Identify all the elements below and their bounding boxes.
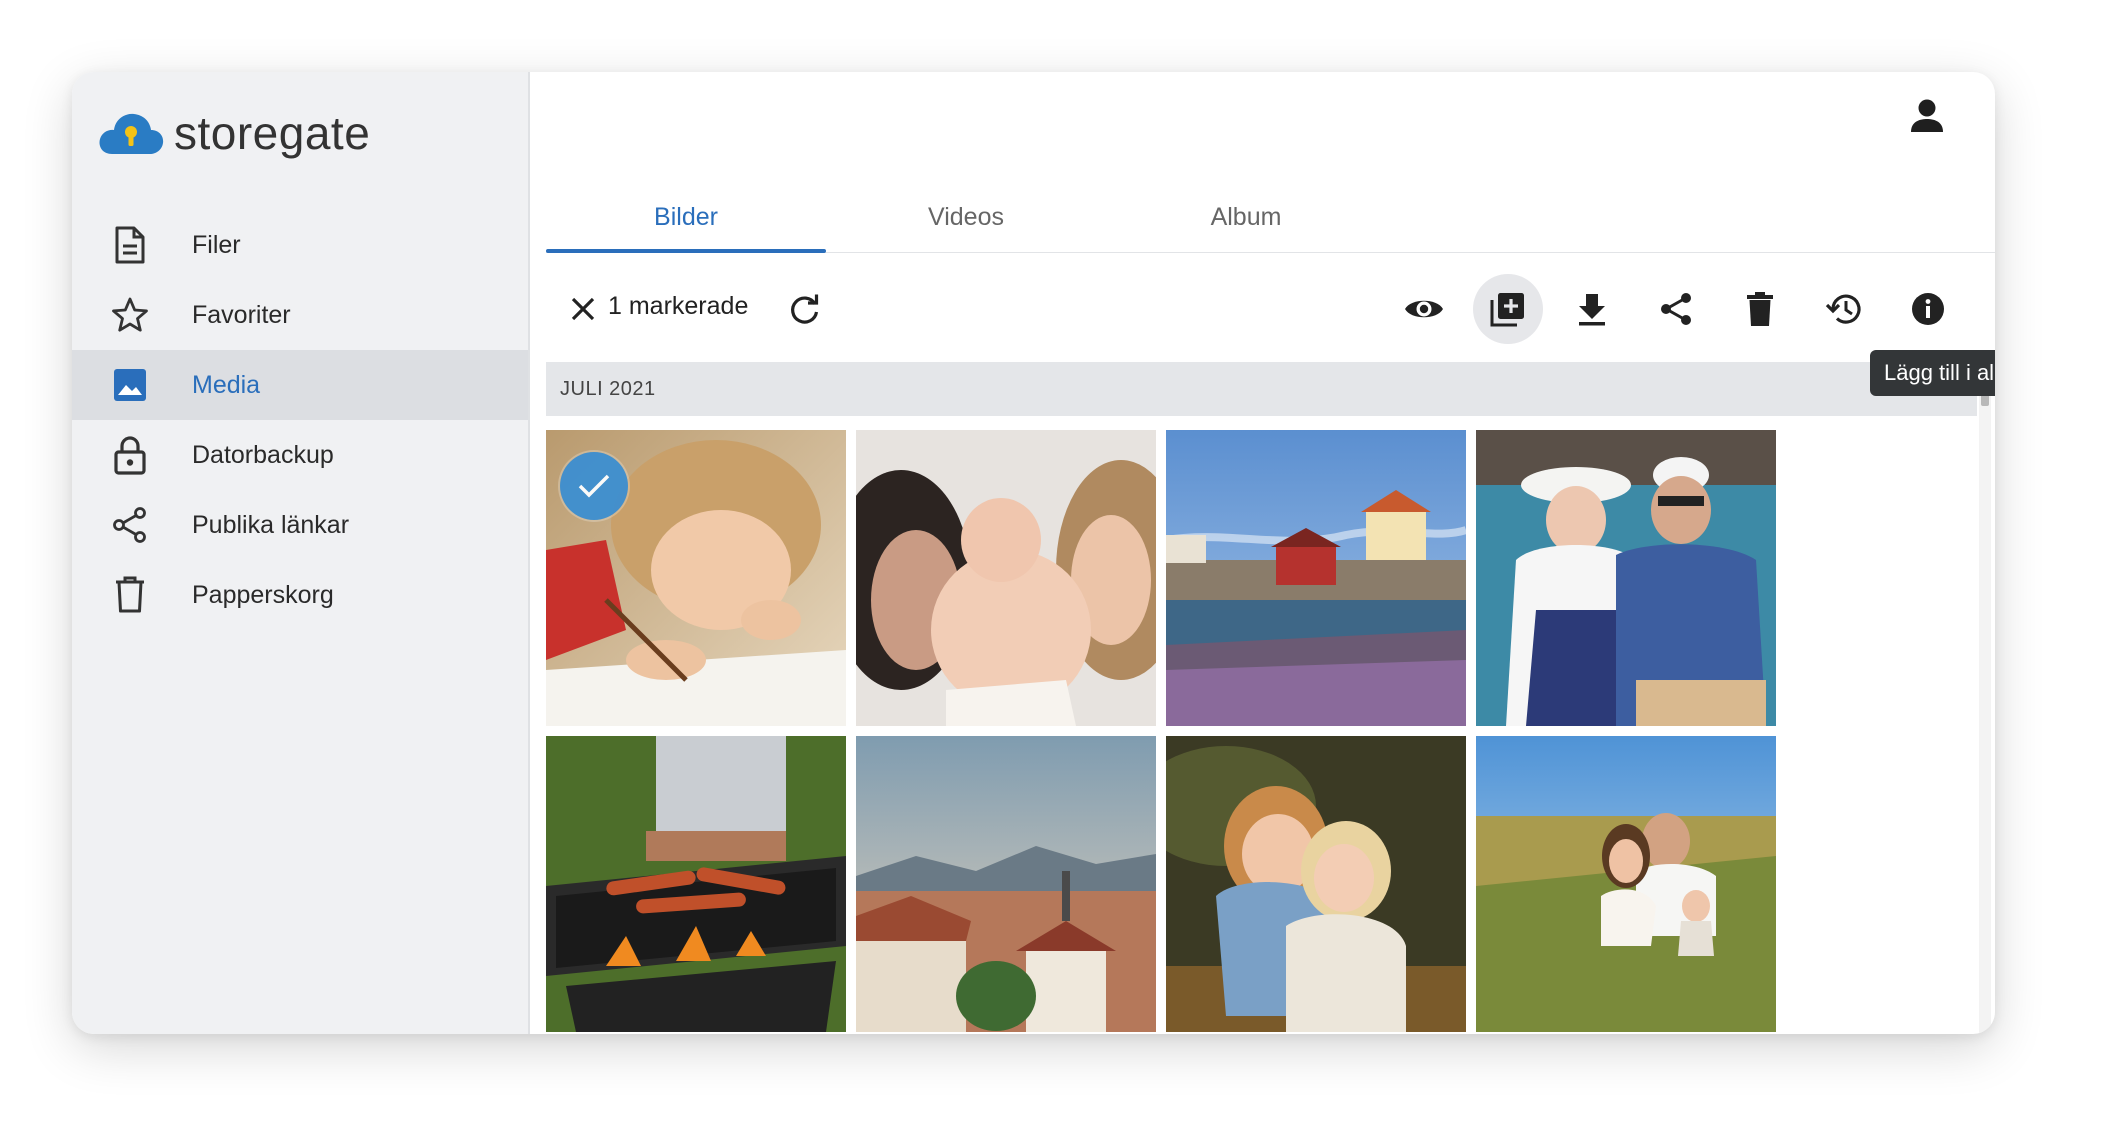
- selection-count: 1 markerade: [608, 292, 749, 320]
- media-tabs: Bilder Videos Album: [546, 182, 1995, 253]
- scrollbar[interactable]: [1979, 366, 1991, 1034]
- photo-thumbnail[interactable]: [856, 430, 1156, 726]
- tab-videos[interactable]: Videos: [826, 182, 1106, 252]
- brand-logo[interactable]: storegate: [98, 98, 370, 168]
- lock-icon: [108, 433, 152, 477]
- photo-thumbnail[interactable]: [546, 736, 846, 1032]
- preview-button[interactable]: [1389, 274, 1459, 344]
- sidebar-item-datorbackup[interactable]: Datorbackup: [72, 420, 528, 490]
- sidebar-item-label: Papperskorg: [192, 580, 334, 609]
- tab-album[interactable]: Album: [1106, 182, 1386, 252]
- photo-thumbnail[interactable]: [1476, 430, 1776, 726]
- sidebar-item-label: Media: [192, 370, 261, 399]
- account-icon[interactable]: [1905, 94, 1949, 138]
- image-icon: [108, 363, 152, 407]
- date-group-header: JULI 2021: [546, 362, 1977, 416]
- sidebar-item-label: Favoriter: [192, 300, 291, 329]
- action-buttons: [1375, 274, 1963, 344]
- sidebar-item-label: Datorbackup: [192, 440, 334, 469]
- sidebar-item-papperskorg[interactable]: Papperskorg: [72, 560, 528, 630]
- sidebar: storegate Filer Favoriter Media Datorbac…: [72, 72, 530, 1034]
- file-icon: [108, 223, 152, 267]
- photo-thumbnail[interactable]: [1166, 430, 1466, 726]
- sidebar-item-filer[interactable]: Filer: [72, 210, 528, 280]
- photo-thumbnail[interactable]: [1476, 736, 1776, 1032]
- eye-icon: [1405, 300, 1443, 318]
- version-history-button[interactable]: [1809, 274, 1879, 344]
- sidebar-item-favoriter[interactable]: Favoriter: [72, 280, 528, 350]
- delete-button[interactable]: [1725, 274, 1795, 344]
- info-icon: [1912, 293, 1944, 325]
- main-content: Bilder Videos Album 1 markerade JULI 202…: [530, 72, 1995, 1034]
- date-group-label: JULI 2021: [560, 377, 656, 400]
- info-button[interactable]: [1893, 274, 1963, 344]
- selection-toolbar: 1 markerade: [546, 262, 1995, 366]
- share-icon: [108, 503, 152, 547]
- history-icon: [1825, 294, 1861, 324]
- sidebar-item-label: Filer: [192, 230, 241, 259]
- sidebar-item-publika-lankar[interactable]: Publika länkar: [72, 490, 528, 560]
- sidebar-item-media[interactable]: Media: [72, 350, 528, 420]
- brand-name: storegate: [174, 107, 371, 159]
- photo-thumbnail[interactable]: [856, 736, 1156, 1032]
- add-to-album-tooltip: Lägg till i album...: [1870, 350, 1995, 396]
- app-window: storegate Filer Favoriter Media Datorbac…: [72, 72, 1995, 1034]
- sidebar-nav: Filer Favoriter Media Datorbackup Publik…: [72, 210, 528, 630]
- close-selection-icon[interactable]: [560, 286, 606, 332]
- trash-icon: [1747, 292, 1773, 326]
- tab-bilder[interactable]: Bilder: [546, 182, 826, 253]
- trash-icon: [108, 573, 152, 617]
- photo-thumbnail[interactable]: [546, 430, 846, 726]
- add-to-album-icon: [1490, 293, 1524, 327]
- share-icon: [1661, 293, 1691, 325]
- share-button[interactable]: [1641, 274, 1711, 344]
- add-to-album-button[interactable]: [1473, 274, 1543, 344]
- download-icon: [1579, 294, 1605, 326]
- photo-thumbnail[interactable]: [1166, 736, 1466, 1032]
- selected-check-icon[interactable]: [560, 452, 628, 520]
- star-icon: [108, 293, 152, 337]
- download-button[interactable]: [1557, 274, 1627, 344]
- sidebar-item-label: Publika länkar: [192, 510, 350, 539]
- refresh-icon[interactable]: [782, 286, 828, 332]
- cloud-keyhole-icon: [99, 113, 164, 154]
